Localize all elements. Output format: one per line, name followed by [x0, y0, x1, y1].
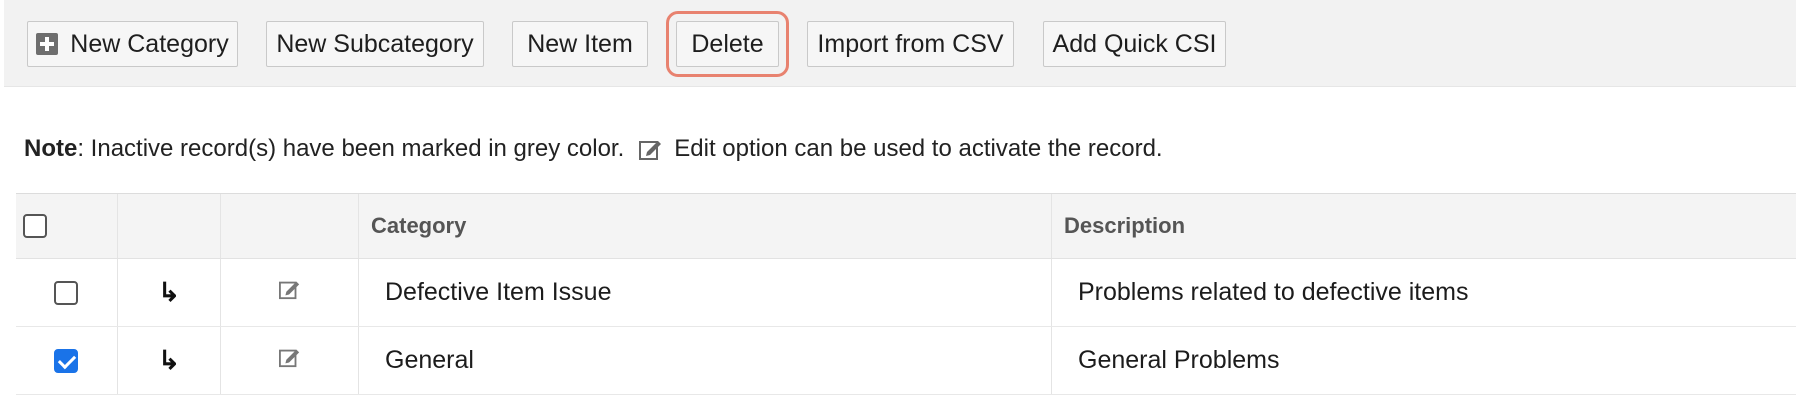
header-description[interactable]: Description — [1052, 194, 1796, 258]
new-item-button[interactable]: New Item — [512, 21, 648, 67]
category-table: Category Description ↳ Defective Item Is… — [16, 193, 1796, 395]
note-text-before: : Inactive record(s) have been marked in… — [77, 135, 625, 162]
table-row: ↳ Defective Item Issue Problems related … — [16, 259, 1796, 327]
row-edit-cell — [221, 259, 359, 326]
note-text-after: Edit option can be used to activate the … — [674, 135, 1163, 162]
header-category-label: Category — [371, 213, 467, 238]
row-edit-cell — [221, 327, 359, 394]
note-label: Note — [24, 135, 78, 162]
select-all-checkbox[interactable] — [23, 214, 47, 238]
row-description: Problems related to defective items — [1052, 259, 1796, 326]
delete-button[interactable]: Delete — [666, 11, 789, 77]
table-header: Category Description — [16, 194, 1796, 259]
header-subcategory-cell — [118, 194, 221, 258]
row-description: General Problems — [1052, 327, 1796, 394]
edit-icon[interactable] — [278, 346, 302, 375]
row-category: General — [359, 327, 1052, 394]
table-row: ↳ General General Problems — [16, 327, 1796, 395]
header-edit-cell — [221, 194, 359, 258]
category-description: Problems related to defective items — [1078, 278, 1469, 306]
row-checkbox-cell — [16, 327, 118, 394]
import-csv-button[interactable]: Import from CSV — [807, 21, 1014, 67]
plus-icon — [36, 33, 59, 55]
new-category-button[interactable]: New Category — [27, 21, 238, 67]
row-subcategory-cell: ↳ — [118, 327, 221, 394]
add-quick-csi-button[interactable]: Add Quick CSI — [1043, 21, 1226, 67]
edit-icon[interactable] — [278, 278, 302, 307]
header-checkbox-cell — [16, 194, 118, 258]
add-quick-csi-label: Add Quick CSI — [1052, 29, 1217, 58]
edit-icon — [638, 137, 664, 161]
category-name: General — [385, 346, 474, 374]
header-category[interactable]: Category — [359, 194, 1052, 258]
row-checkbox[interactable] — [54, 280, 78, 305]
row-checkbox[interactable] — [54, 348, 78, 373]
row-category: Defective Item Issue — [359, 259, 1052, 326]
row-subcategory-cell: ↳ — [118, 259, 221, 326]
category-name: Defective Item Issue — [385, 278, 612, 306]
new-item-label: New Item — [527, 29, 633, 58]
new-category-label: New Category — [70, 29, 229, 58]
note: Note : Inactive record(s) have been mark… — [24, 135, 1163, 163]
category-description: General Problems — [1078, 346, 1280, 374]
return-arrow-icon[interactable]: ↳ — [158, 277, 180, 308]
new-subcategory-label: New Subcategory — [276, 29, 474, 58]
return-arrow-icon[interactable]: ↳ — [158, 345, 180, 376]
delete-label: Delete — [691, 29, 764, 58]
new-subcategory-button[interactable]: New Subcategory — [266, 21, 484, 67]
row-checkbox-cell — [16, 259, 118, 326]
import-csv-label: Import from CSV — [817, 29, 1004, 58]
toolbar: New Category New Subcategory New Item De… — [4, 0, 1796, 87]
header-description-label: Description — [1064, 213, 1186, 238]
